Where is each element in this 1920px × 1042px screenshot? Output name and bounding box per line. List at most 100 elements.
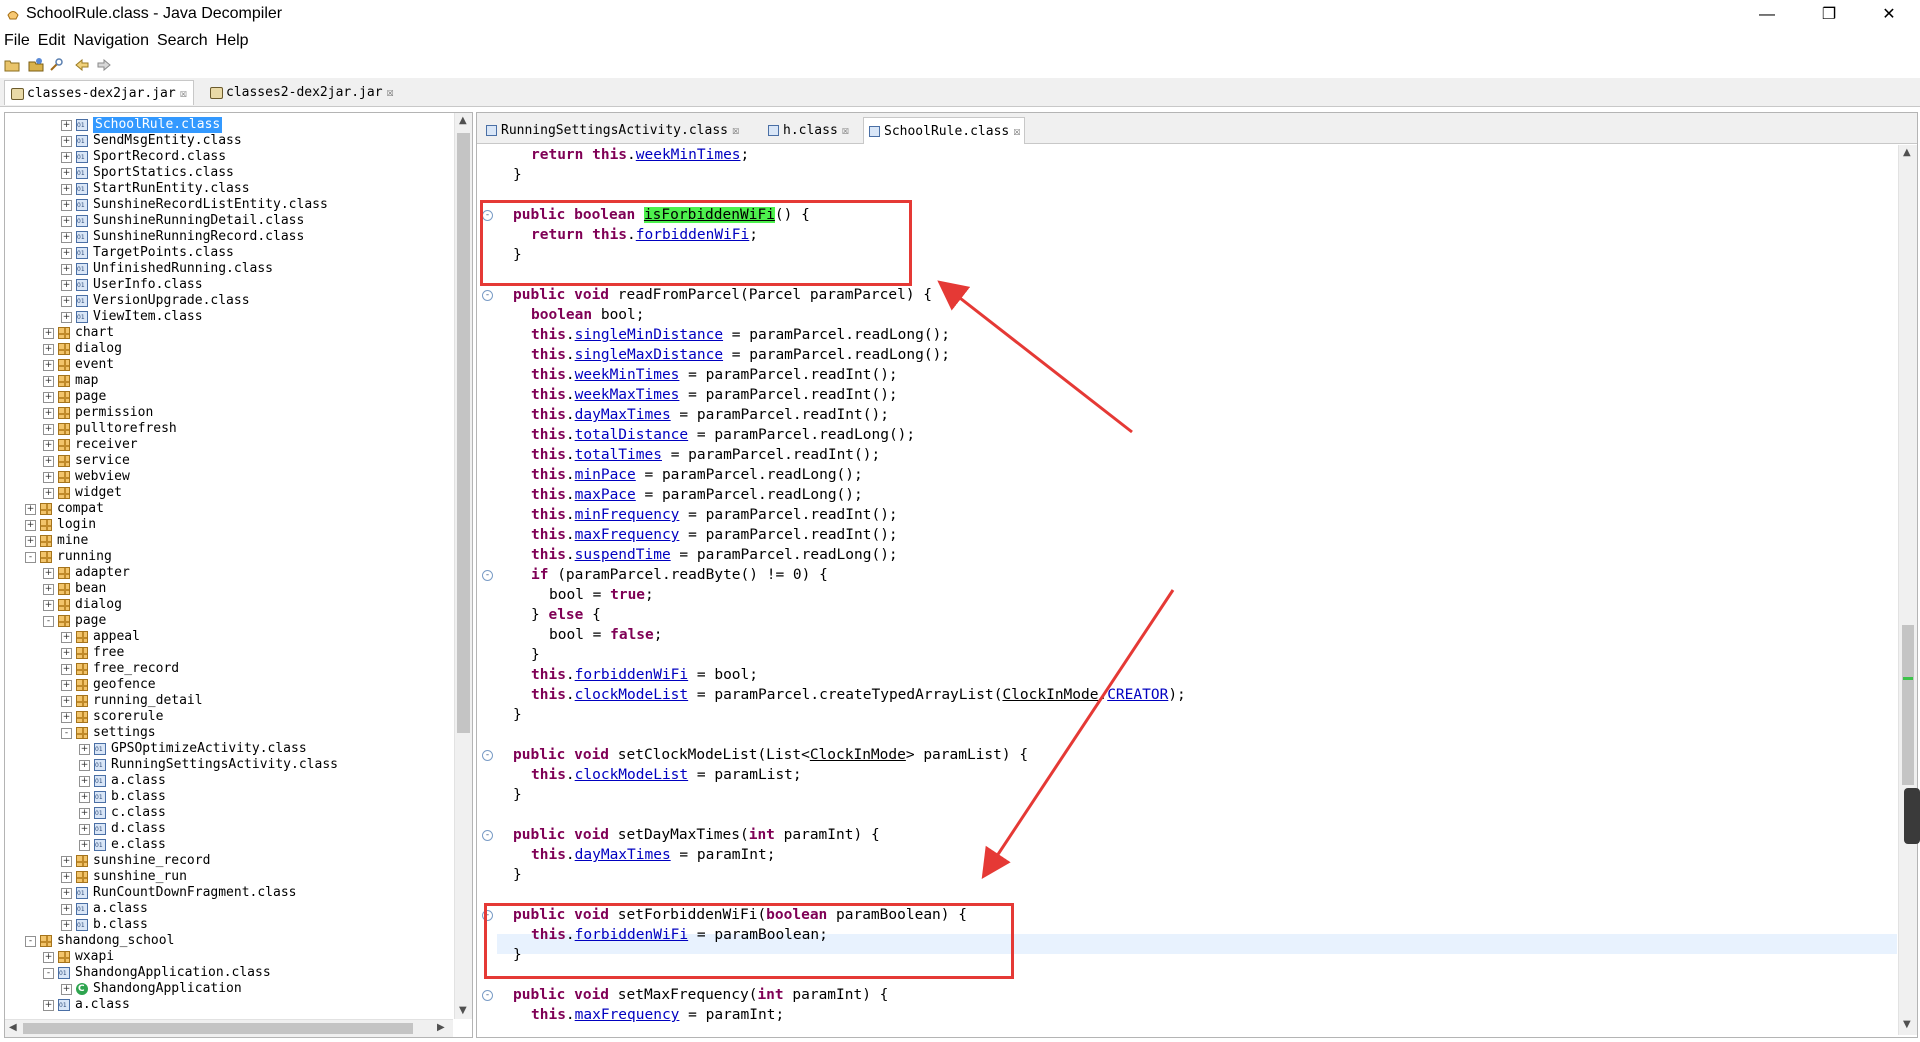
expand-icon[interactable]: +: [61, 120, 72, 131]
expand-icon[interactable]: +: [61, 920, 72, 931]
scroll-up-icon[interactable]: ▲: [1903, 147, 1911, 158]
expand-icon[interactable]: +: [43, 472, 54, 483]
fold-toggle-icon[interactable]: -: [482, 290, 493, 301]
expand-icon[interactable]: +: [43, 952, 54, 963]
scroll-left-icon[interactable]: ◀: [9, 1022, 17, 1033]
tab-classes-dex2jar[interactable]: classes-dex2jar.jar ☒: [4, 80, 194, 105]
open-file-icon[interactable]: [4, 57, 20, 73]
tab-h-class[interactable]: h.class ☒: [763, 117, 853, 143]
expand-icon[interactable]: +: [25, 520, 36, 531]
expand-icon[interactable]: +: [43, 392, 54, 403]
collapse-icon[interactable]: -: [43, 968, 54, 979]
expand-icon[interactable]: +: [61, 312, 72, 323]
close-tab-icon[interactable]: ☒: [732, 123, 739, 137]
close-tab-icon[interactable]: ☒: [180, 86, 187, 100]
expand-icon[interactable]: +: [43, 360, 54, 371]
collapse-icon[interactable]: -: [61, 728, 72, 739]
expand-icon[interactable]: +: [43, 568, 54, 579]
expand-icon[interactable]: +: [79, 840, 90, 851]
expand-icon[interactable]: +: [61, 136, 72, 147]
tab-schoolrule-class[interactable]: SchoolRule.class ☒: [863, 117, 1026, 144]
scroll-down-icon[interactable]: ▼: [459, 1005, 467, 1016]
collapse-icon[interactable]: -: [43, 616, 54, 627]
expand-icon[interactable]: +: [43, 408, 54, 419]
open-type-icon[interactable]: [28, 57, 44, 73]
expand-icon[interactable]: +: [61, 216, 72, 227]
scrollbar-thumb[interactable]: [1902, 625, 1914, 785]
expand-icon[interactable]: +: [61, 152, 72, 163]
close-tab-icon[interactable]: ☒: [842, 123, 849, 137]
fold-toggle-icon[interactable]: -: [482, 570, 493, 581]
expand-icon[interactable]: +: [79, 792, 90, 803]
close-tab-icon[interactable]: ☒: [1013, 124, 1020, 138]
tree-vertical-scrollbar[interactable]: ▲ ▼: [454, 113, 472, 1019]
maximize-button[interactable]: ❐: [1806, 0, 1852, 30]
expand-icon[interactable]: +: [43, 328, 54, 339]
side-scroll-handle[interactable]: [1904, 788, 1920, 844]
scrollbar-thumb[interactable]: [23, 1023, 413, 1034]
expand-icon[interactable]: +: [43, 344, 54, 355]
menu-edit[interactable]: Edit: [34, 30, 70, 52]
search-icon[interactable]: [48, 57, 64, 73]
code-line: public void readFromParcel(Parcel paramP…: [513, 287, 933, 303]
expand-icon[interactable]: +: [61, 664, 72, 675]
expand-icon[interactable]: +: [61, 280, 72, 291]
scroll-right-icon[interactable]: ▶: [437, 1022, 445, 1033]
expand-icon[interactable]: +: [61, 200, 72, 211]
close-window-button[interactable]: ✕: [1866, 0, 1912, 30]
menu-navigation[interactable]: Navigation: [69, 30, 153, 52]
fold-toggle-icon[interactable]: -: [482, 990, 493, 1001]
expand-icon[interactable]: +: [79, 808, 90, 819]
expand-icon[interactable]: +: [43, 424, 54, 435]
expand-icon[interactable]: +: [61, 248, 72, 259]
tab-runningsettingsactivity[interactable]: RunningSettingsActivity.class ☒: [481, 117, 743, 143]
expand-icon[interactable]: +: [79, 824, 90, 835]
scroll-up-icon[interactable]: ▲: [459, 115, 467, 126]
menu-file[interactable]: File: [0, 30, 34, 52]
expand-icon[interactable]: +: [61, 712, 72, 723]
fold-toggle-icon[interactable]: -: [482, 830, 493, 841]
expand-icon[interactable]: +: [61, 168, 72, 179]
expand-icon[interactable]: +: [43, 440, 54, 451]
expand-icon[interactable]: +: [25, 536, 36, 547]
expand-icon[interactable]: +: [43, 376, 54, 387]
expand-icon[interactable]: +: [61, 856, 72, 867]
scroll-down-icon[interactable]: ▼: [1903, 1019, 1911, 1030]
menu-help[interactable]: Help: [212, 30, 253, 52]
occurrence-marker[interactable]: [1903, 677, 1913, 680]
expand-icon[interactable]: +: [61, 264, 72, 275]
expand-icon[interactable]: +: [61, 696, 72, 707]
expand-icon[interactable]: +: [43, 488, 54, 499]
expand-icon[interactable]: +: [43, 600, 54, 611]
scrollbar-thumb[interactable]: [457, 133, 470, 733]
expand-icon[interactable]: +: [43, 1000, 54, 1011]
forward-arrow-icon[interactable]: [96, 57, 112, 73]
expand-icon[interactable]: +: [61, 904, 72, 915]
package-tree[interactable]: + SchoolRule.class + SendMsgEntity.class + Sp…: [5, 113, 453, 1019]
close-tab-icon[interactable]: ☒: [387, 85, 394, 99]
expand-icon[interactable]: +: [61, 632, 72, 643]
expand-icon[interactable]: +: [79, 760, 90, 771]
expand-icon[interactable]: +: [61, 888, 72, 899]
expand-icon[interactable]: +: [61, 232, 72, 243]
fold-toggle-icon[interactable]: -: [482, 750, 493, 761]
editor-vertical-scrollbar[interactable]: ▲ ▼: [1898, 145, 1917, 1035]
expand-icon[interactable]: +: [79, 776, 90, 787]
menu-search[interactable]: Search: [153, 30, 212, 52]
collapse-icon[interactable]: -: [25, 936, 36, 947]
minimize-button[interactable]: —: [1744, 0, 1790, 30]
expand-icon[interactable]: +: [25, 504, 36, 515]
expand-icon[interactable]: +: [43, 456, 54, 467]
expand-icon[interactable]: +: [61, 872, 72, 883]
back-arrow-icon[interactable]: [74, 57, 90, 73]
tree-horizontal-scrollbar[interactable]: ◀ ▶: [5, 1019, 453, 1037]
expand-icon[interactable]: +: [61, 680, 72, 691]
expand-icon[interactable]: +: [61, 296, 72, 307]
expand-icon[interactable]: +: [61, 184, 72, 195]
tab-classes2-dex2jar[interactable]: classes2-dex2jar.jar ☒: [204, 80, 400, 104]
expand-icon[interactable]: +: [79, 744, 90, 755]
expand-icon[interactable]: +: [61, 648, 72, 659]
expand-icon[interactable]: +: [43, 584, 54, 595]
collapse-icon[interactable]: -: [25, 552, 36, 563]
expand-icon[interactable]: +: [61, 984, 72, 995]
